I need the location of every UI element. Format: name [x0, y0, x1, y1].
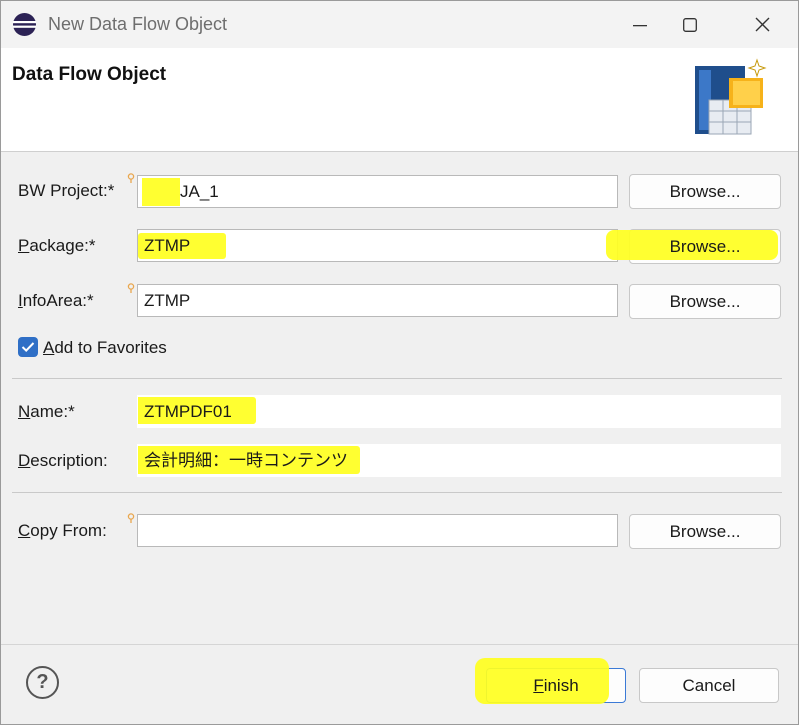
- description-value: 会計明細：一時コンテンツ: [144, 451, 348, 470]
- package-label: Package:*: [18, 236, 96, 256]
- minimize-icon: [633, 24, 647, 26]
- eclipse-icon: [13, 13, 36, 36]
- package-value: ZTMP: [144, 236, 191, 255]
- window-title: New Data Flow Object: [48, 14, 228, 34]
- data-flow-wizard-icon: [695, 58, 767, 135]
- name-input[interactable]: ZTMPDF01: [137, 395, 781, 428]
- section-divider: [12, 492, 782, 493]
- favorites-label-text: dd to Favorites: [54, 338, 167, 357]
- footer-divider: [1, 644, 798, 645]
- required-marker-icon: [127, 283, 135, 293]
- redaction-highlight: [142, 178, 180, 206]
- name-label-mnemonic: N: [18, 402, 31, 421]
- help-icon[interactable]: ?: [26, 666, 59, 699]
- bw-project-label: BW Project:*: [18, 181, 115, 200]
- infoarea-label: InfoArea:*: [18, 291, 94, 311]
- infoarea-input[interactable]: ZTMP: [137, 284, 618, 317]
- section-divider: [12, 378, 782, 379]
- title-bar: New Data Flow Object: [1, 1, 798, 48]
- package-label-mnemonic: P: [18, 236, 30, 255]
- maximize-button[interactable]: [660, 1, 720, 48]
- maximize-icon: [683, 17, 697, 32]
- description-label-text: escription:: [30, 451, 108, 470]
- add-to-favorites-label[interactable]: Add to Favorites: [43, 338, 167, 358]
- package-browse-button[interactable]: Browse...: [606, 229, 781, 264]
- finish-label: Finish: [533, 676, 578, 696]
- wizard-banner: Data Flow Object: [1, 48, 798, 152]
- required-marker-icon: [127, 513, 135, 523]
- package-label-text: ackage:*: [29, 236, 96, 255]
- description-label-mnemonic: D: [18, 451, 31, 470]
- package-browse-label: Browse...: [669, 236, 741, 256]
- finish-button[interactable]: Finish: [475, 658, 626, 704]
- close-button[interactable]: [732, 1, 792, 48]
- checkmark-icon: [21, 342, 35, 353]
- bw-project-value: JA_1: [180, 182, 219, 201]
- bw-project-input[interactable]: JA_1: [137, 175, 618, 208]
- banner-title: Data Flow Object: [12, 64, 167, 85]
- copy-from-label-mnemonic: C: [18, 521, 31, 540]
- copy-from-label-text: opy From:: [30, 521, 107, 540]
- dialog-window: New Data Flow Object Data Flow Object BW…: [0, 0, 799, 725]
- favorites-label-mnemonic: A: [43, 338, 55, 357]
- finish-label-text: inish: [543, 675, 579, 695]
- description-input[interactable]: 会計明細：一時コンテンツ: [137, 444, 781, 477]
- cancel-button[interactable]: Cancel: [639, 668, 779, 703]
- add-to-favorites-checkbox[interactable]: [18, 337, 38, 357]
- copy-from-label: Copy From:: [18, 521, 107, 541]
- finish-mnemonic: F: [533, 675, 544, 695]
- copy-from-browse-button[interactable]: Browse...: [629, 514, 781, 549]
- copy-from-input[interactable]: [137, 514, 618, 547]
- name-label: Name:*: [18, 402, 75, 422]
- package-input[interactable]: ZTMP: [137, 229, 618, 262]
- name-value: ZTMPDF01: [144, 402, 232, 421]
- infoarea-label-text: nfoArea:*: [22, 291, 94, 310]
- required-marker-icon: [127, 173, 135, 183]
- name-label-text: ame:*: [30, 402, 75, 421]
- close-icon: [755, 17, 769, 32]
- description-label: Description:: [18, 451, 108, 471]
- bw-project-browse-button[interactable]: Browse...: [629, 174, 781, 209]
- infoarea-browse-button[interactable]: Browse...: [629, 284, 781, 319]
